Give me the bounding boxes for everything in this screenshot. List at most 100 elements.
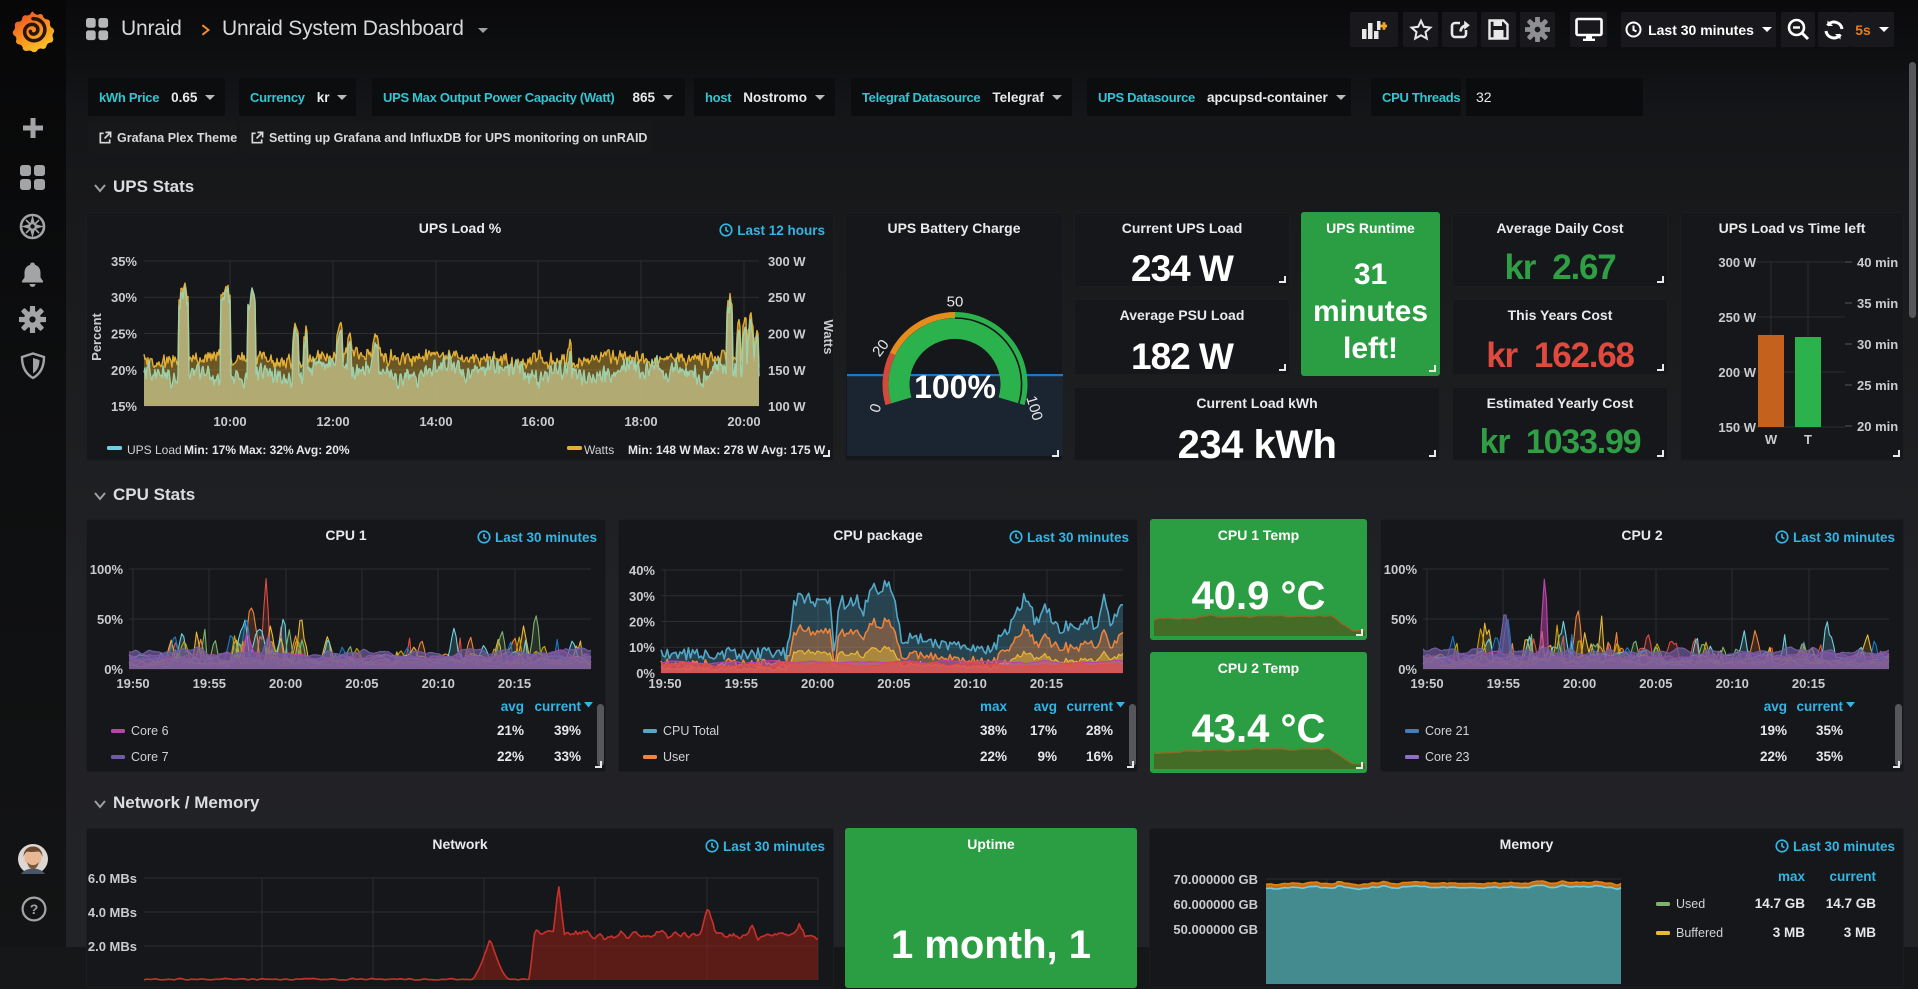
svg-text:40%: 40% [629, 563, 655, 578]
svg-text:Avg: 20%: Avg: 20% [296, 443, 350, 457]
svg-text:18:00: 18:00 [624, 414, 657, 429]
svg-text:30%: 30% [111, 290, 137, 305]
svg-text:17%: 17% [1030, 723, 1057, 738]
svg-text:150 W: 150 W [1718, 420, 1756, 435]
svg-text:avg: avg [1764, 699, 1787, 714]
svg-text:50%: 50% [1391, 612, 1417, 627]
svg-text:21%: 21% [497, 723, 524, 738]
svg-text:14.7 GB: 14.7 GB [1755, 896, 1806, 911]
svg-text:10%: 10% [629, 640, 655, 655]
svg-text:19:55: 19:55 [193, 676, 226, 691]
svg-text:Buffered: Buffered [1676, 926, 1723, 940]
svg-text:20:00: 20:00 [269, 676, 302, 691]
svg-text:20:10: 20:10 [954, 676, 987, 691]
svg-text:20:05: 20:05 [1639, 676, 1672, 691]
svg-text:19:55: 19:55 [725, 676, 758, 691]
svg-text:35%: 35% [1816, 749, 1843, 764]
svg-text:20:05: 20:05 [877, 676, 910, 691]
svg-text:20 min: 20 min [1857, 419, 1898, 434]
svg-text:20:05: 20:05 [345, 676, 378, 691]
svg-text:16%: 16% [1086, 749, 1113, 764]
svg-text:20:15: 20:15 [1030, 676, 1063, 691]
svg-text:current: current [1796, 699, 1843, 714]
svg-text:?: ? [30, 901, 39, 917]
svg-text:39%: 39% [554, 723, 581, 738]
svg-text:25 min: 25 min [1857, 378, 1898, 393]
svg-text:avg: avg [501, 699, 524, 714]
svg-text:14.7 GB: 14.7 GB [1826, 896, 1877, 911]
svg-text:Core 7: Core 7 [131, 750, 169, 764]
svg-text:22%: 22% [980, 749, 1007, 764]
svg-text:300 W: 300 W [1718, 255, 1756, 270]
svg-text:9%: 9% [1037, 749, 1057, 764]
svg-text:19:50: 19:50 [116, 676, 149, 691]
svg-text:40 min: 40 min [1857, 255, 1898, 270]
svg-text:22%: 22% [497, 749, 524, 764]
svg-text:Core 6: Core 6 [131, 724, 169, 738]
svg-text:300 W: 300 W [768, 254, 806, 269]
svg-text:19:55: 19:55 [1487, 676, 1520, 691]
svg-text:200 W: 200 W [1718, 365, 1756, 380]
svg-text:100%: 100% [1384, 562, 1418, 577]
svg-text:UPS Load: UPS Load [127, 443, 182, 457]
svg-text:User: User [663, 750, 689, 764]
svg-text:Percent: Percent [89, 312, 104, 360]
svg-text:6.0 MBs: 6.0 MBs [88, 871, 137, 886]
svg-text:20%: 20% [111, 363, 137, 378]
svg-text:max: max [980, 699, 1008, 714]
svg-text:Avg: 175 W: Avg: 175 W [761, 443, 826, 457]
svg-text:3 MB: 3 MB [1773, 925, 1806, 940]
svg-text:Max: 32%: Max: 32% [239, 443, 294, 457]
svg-text:Min: 17%: Min: 17% [184, 443, 236, 457]
svg-text:current: current [1829, 869, 1876, 884]
svg-text:30%: 30% [629, 589, 655, 604]
svg-text:35 min: 35 min [1857, 296, 1898, 311]
svg-text:15%: 15% [111, 399, 137, 414]
svg-text:3 MB: 3 MB [1844, 925, 1877, 940]
svg-text:Min: 148 W: Min: 148 W [628, 443, 691, 457]
svg-text:10:00: 10:00 [213, 414, 246, 429]
svg-text:Core 23: Core 23 [1425, 750, 1470, 764]
svg-text:50%: 50% [97, 612, 123, 627]
svg-text:100%: 100% [90, 562, 124, 577]
svg-text:50: 50 [947, 294, 964, 311]
svg-text:W: W [1765, 432, 1778, 447]
svg-text:35%: 35% [111, 254, 137, 269]
svg-text:12:00: 12:00 [316, 414, 349, 429]
svg-text:30 min: 30 min [1857, 337, 1898, 352]
svg-text:avg: avg [1034, 699, 1057, 714]
svg-text:T: T [1804, 432, 1812, 447]
svg-text:Watts: Watts [821, 320, 835, 355]
svg-text:19%: 19% [1760, 723, 1787, 738]
svg-text:20:15: 20:15 [498, 676, 531, 691]
svg-text:33%: 33% [554, 749, 581, 764]
svg-text:22%: 22% [1760, 749, 1787, 764]
svg-text:20:10: 20:10 [1716, 676, 1749, 691]
svg-text:28%: 28% [1086, 723, 1113, 738]
svg-text:max: max [1778, 869, 1806, 884]
svg-text:0%: 0% [1398, 662, 1417, 677]
svg-text:25%: 25% [111, 327, 137, 342]
svg-text:current: current [1066, 699, 1113, 714]
svg-text:20:00: 20:00 [1563, 676, 1596, 691]
svg-text:19:50: 19:50 [648, 676, 681, 691]
svg-text:38%: 38% [980, 723, 1007, 738]
svg-text:19:50: 19:50 [1410, 676, 1443, 691]
svg-text:35%: 35% [1816, 723, 1843, 738]
svg-text:Core 21: Core 21 [1425, 724, 1470, 738]
svg-text:4.0 MBs: 4.0 MBs [88, 905, 137, 920]
svg-text:14:00: 14:00 [419, 414, 452, 429]
svg-text:20:00: 20:00 [727, 414, 760, 429]
svg-text:250 W: 250 W [1718, 310, 1756, 325]
svg-text:16:00: 16:00 [521, 414, 554, 429]
svg-text:100%: 100% [914, 369, 996, 405]
svg-text:60.000000 GB: 60.000000 GB [1173, 897, 1258, 912]
svg-text:50.000000 GB: 50.000000 GB [1173, 922, 1258, 937]
svg-text:Used: Used [1676, 897, 1705, 911]
svg-text:250 W: 250 W [768, 290, 806, 305]
svg-text:100 W: 100 W [768, 399, 806, 414]
svg-text:150 W: 150 W [768, 363, 806, 378]
svg-text:20:00: 20:00 [801, 676, 834, 691]
svg-text:70.000000 GB: 70.000000 GB [1173, 872, 1258, 887]
svg-text:200 W: 200 W [768, 327, 806, 342]
